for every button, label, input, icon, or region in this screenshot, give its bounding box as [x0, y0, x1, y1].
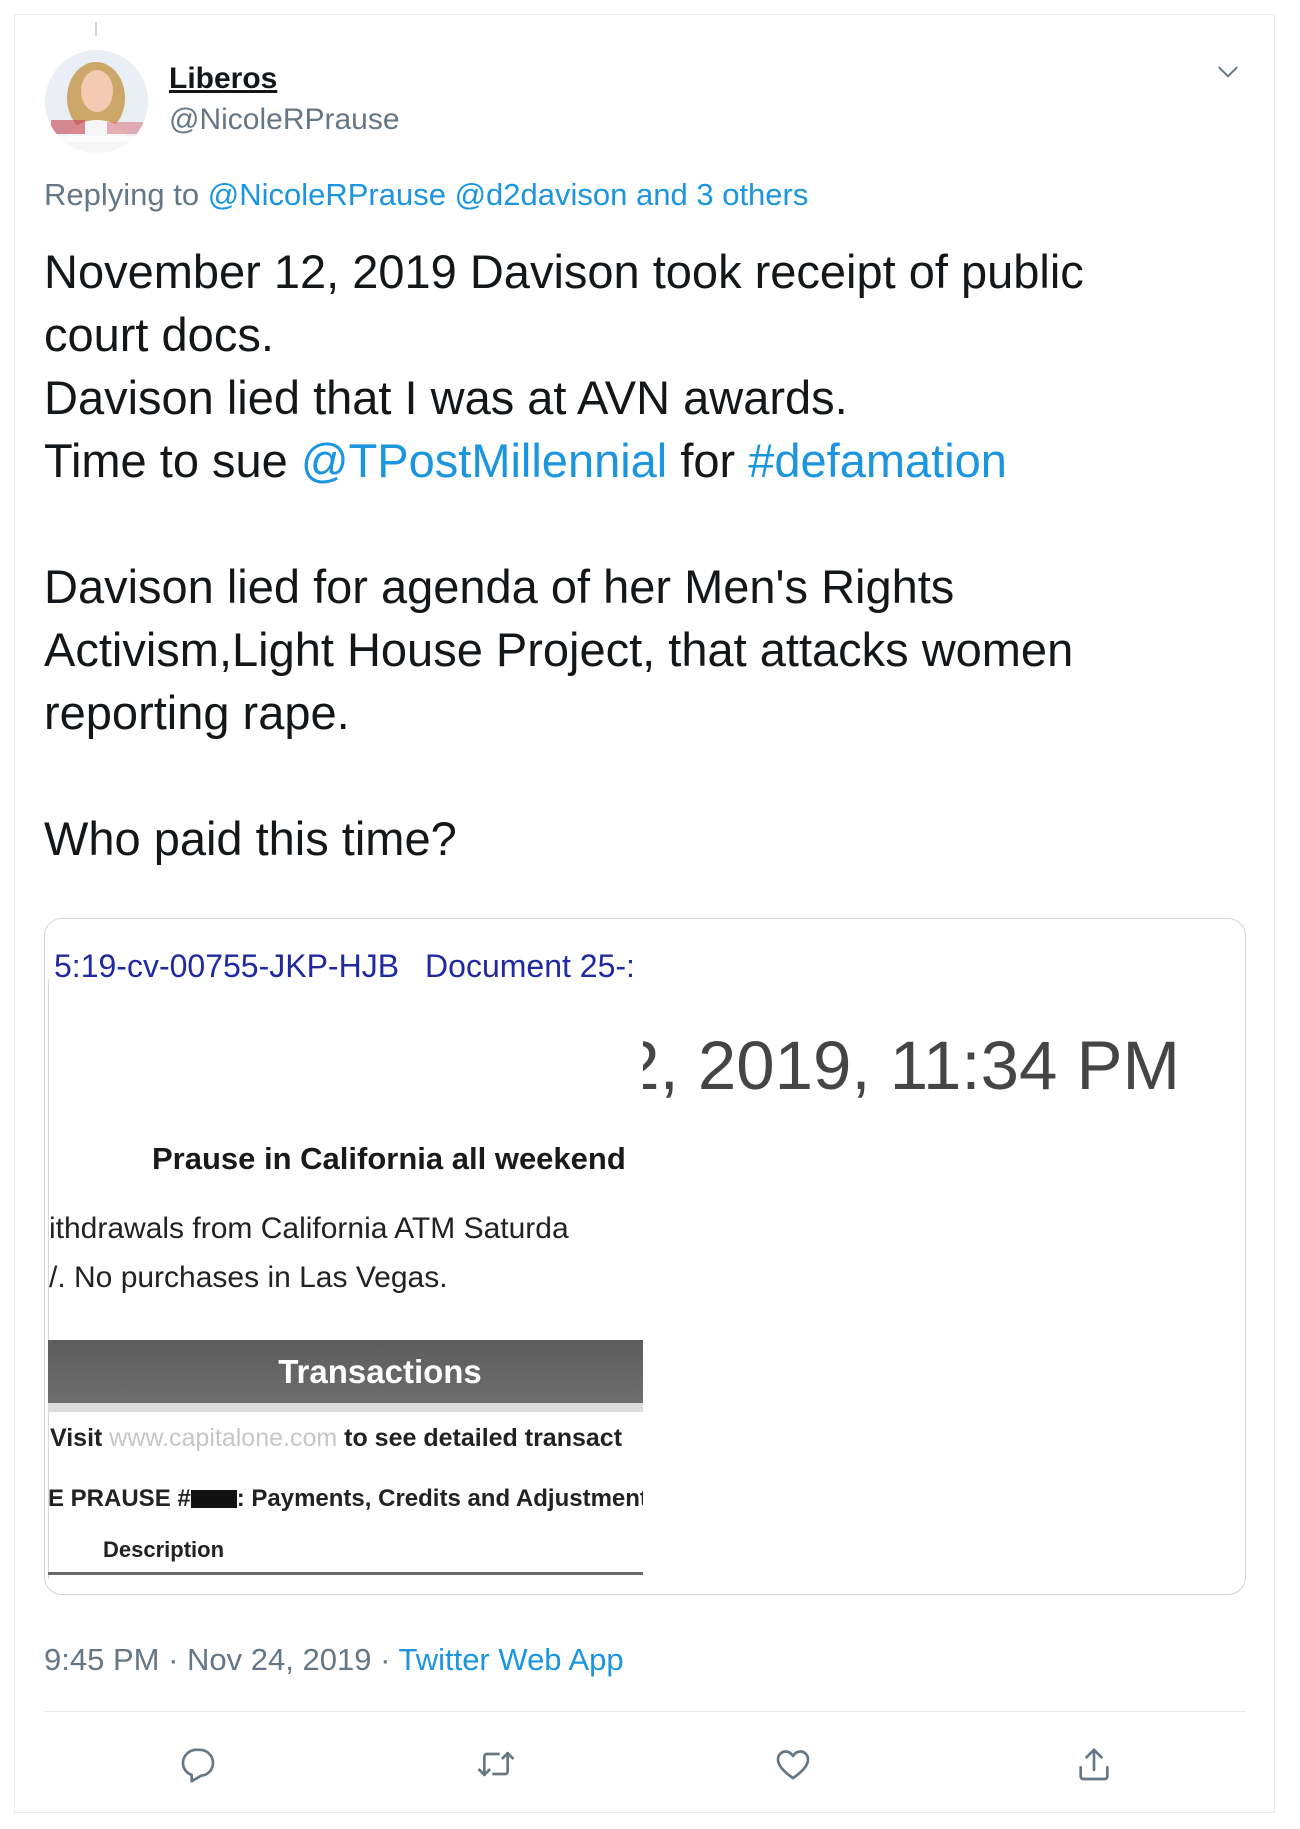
screenshot-timestamp: 2, 2019, 11:34 PM	[643, 1027, 1180, 1104]
meta-separator: ·	[168, 1642, 179, 1677]
mention-tpostmillennial[interactable]: @TPostMillennial	[301, 434, 667, 487]
tweet-text-segment: for	[680, 434, 736, 487]
account-suffix: : Payments, Credits and Adjustments	[236, 1485, 643, 1512]
tweet-text-segment: Time to sue	[44, 434, 288, 487]
share-icon	[1079, 1748, 1109, 1781]
actions-divider	[44, 1711, 1246, 1712]
replying-to: Replying to @NicoleRPrause @d2davison an…	[44, 176, 808, 214]
reply-others-link[interactable]: and 3 others	[636, 177, 808, 212]
tweet-line: Davison lied for agenda of her Men's Rig…	[44, 560, 955, 613]
visit-url: www.capitalone.com	[109, 1424, 338, 1452]
reply-icon	[181, 1748, 215, 1783]
tweet-line: Davison lied that I was at AVN awards.	[44, 371, 848, 424]
tweet-line: court docs.	[44, 308, 274, 361]
reply-mention-nicolerprause[interactable]: @NicoleRPrause	[208, 177, 446, 212]
more-options-button[interactable]	[1212, 56, 1244, 88]
screenshot-timestamp-area: 2, 2019, 11:34 PM	[643, 1026, 1180, 1106]
reply-mention-d2davison[interactable]: @d2davison	[455, 177, 628, 212]
visit-label: Visit	[50, 1424, 103, 1452]
tweet-time[interactable]: 9:45 PM	[44, 1642, 159, 1677]
avatar[interactable]	[45, 50, 148, 153]
heart-icon	[776, 1750, 810, 1780]
tweet-source-link[interactable]: Twitter Web App	[398, 1642, 623, 1677]
document-text-line: /. No purchases in Las Vegas.	[49, 1261, 448, 1294]
tweet-line: reporting rape.	[44, 686, 350, 739]
tweet-line: November 12, 2019 Davison took receipt o…	[44, 245, 1084, 298]
account-prefix: E PRAUSE #	[48, 1485, 191, 1512]
court-document-excerpt: 5:19-cv-00755-JKP-HJB Document 25-: Praus…	[46, 919, 643, 1594]
tweet-line: Time to sue @TPostMillennial for #defama…	[44, 429, 1244, 492]
tweet-line: Who paid this time?	[44, 812, 457, 865]
tweet-metadata: 9:45 PM · Nov 24, 2019 · Twitter Web App	[44, 1641, 624, 1679]
document-text-line: ithdrawals from California ATM Saturda	[49, 1212, 569, 1245]
thread-connector	[95, 22, 97, 36]
page: Liberos @NicoleRPrause Replying to @Nico…	[0, 0, 1300, 1829]
account-line: E PRAUSE # : Payments, Credits and Adjust…	[48, 1483, 643, 1515]
case-number: 5:19-cv-00755-JKP-HJB	[54, 948, 400, 984]
case-header: 5:19-cv-00755-JKP-HJB Document 25-:	[54, 946, 635, 986]
like-button[interactable]	[769, 1740, 817, 1788]
hashtag-defamation[interactable]: #defamation	[748, 434, 1007, 487]
document-heading: Prause in California all weekend	[152, 1141, 626, 1176]
tweet: Liberos @NicoleRPrause Replying to @Nico…	[0, 0, 1300, 1829]
table-rule	[48, 1572, 643, 1575]
author-handle[interactable]: @NicoleRPrause	[169, 102, 400, 138]
tweet-date[interactable]: Nov 24, 2019	[187, 1642, 371, 1677]
tweet-line: Activism,Light House Project, that attac…	[44, 623, 1074, 676]
redaction-block	[190, 1490, 237, 1508]
transactions-band: Transactions	[48, 1340, 643, 1403]
transactions-label: Transactions	[278, 1353, 482, 1390]
retweet-button[interactable]	[472, 1740, 520, 1788]
share-button[interactable]	[1070, 1740, 1118, 1788]
retweet-icon	[478, 1751, 514, 1777]
attached-image[interactable]: 5:19-cv-00755-JKP-HJB Document 25-: Praus…	[44, 918, 1246, 1595]
description-header: Description	[103, 1537, 225, 1562]
visit-line: Visit www.capitalone.com to see detailed…	[50, 1422, 622, 1454]
replying-prefix: Replying to	[44, 177, 200, 212]
meta-separator: ·	[380, 1642, 391, 1677]
avatar-image	[45, 50, 148, 153]
tweet-text: November 12, 2019 Davison took receipt o…	[44, 240, 1244, 870]
visit-rest: to see detailed transact	[344, 1424, 623, 1452]
reply-button[interactable]	[174, 1740, 222, 1788]
chevron-down-icon	[1218, 66, 1238, 78]
author-name[interactable]: Liberos	[169, 61, 277, 97]
document-number: Document 25-:	[425, 948, 635, 984]
band-shadow	[48, 1403, 643, 1412]
